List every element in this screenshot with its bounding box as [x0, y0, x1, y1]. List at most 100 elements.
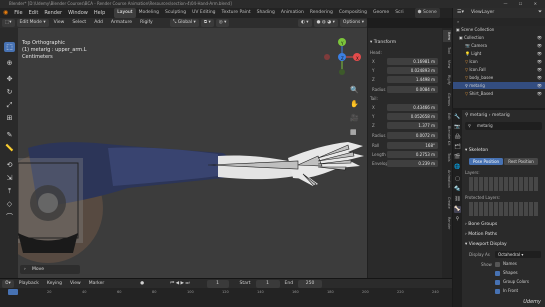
bend-tool-icon[interactable]: ⌒ — [4, 212, 15, 222]
bone-props-icon[interactable]: ⚲ — [454, 216, 461, 223]
scene-selector[interactable]: ⬢ Scene — [414, 8, 440, 18]
menu-armature[interactable]: Armature — [108, 19, 135, 27]
display-as-dropdown[interactable]: Octahedral ▾ — [495, 251, 541, 258]
display-checkbox-row[interactable]: Group Colors — [495, 279, 529, 285]
playback-controls[interactable]: ⏮ ◀ ▶ ⏭ — [167, 280, 192, 288]
timeline-menu-marker[interactable]: Marker — [86, 280, 108, 288]
blender-logo-icon[interactable]: ◉ — [0, 8, 11, 18]
cursor-tool-icon[interactable]: ⊕ — [4, 58, 15, 68]
outliner-row-scene-collection[interactable]: ▣ Scene Collection — [453, 26, 545, 33]
render-props-icon[interactable]: 📷 — [454, 124, 461, 131]
timeline-menu-keying[interactable]: Keying — [44, 280, 65, 288]
checkbox[interactable] — [495, 270, 500, 276]
pivot-dropdown[interactable]: ⤡ Global ▾ — [169, 19, 199, 27]
display-checkbox-row[interactable]: In Front — [495, 288, 518, 294]
rest-position-button[interactable]: Rest Position — [504, 158, 538, 165]
layers-grid[interactable] — [469, 177, 539, 191]
viewlayer-label[interactable]: ViewLayer — [471, 10, 494, 15]
outliner-row[interactable]: ▽ Icon 👁 — [453, 58, 545, 65]
menu-add[interactable]: Add — [91, 19, 106, 27]
display-checkbox-row[interactable]: Shapes — [495, 270, 518, 276]
outliner-row[interactable]: ▽ body_basee 👁 — [453, 74, 545, 81]
checkbox[interactable] — [495, 288, 500, 294]
protected-layers-grid[interactable] — [469, 202, 539, 216]
bone-envelope-tool-icon[interactable]: ◇ — [4, 199, 15, 209]
workspace-tab-scripting[interactable]: Scri — [392, 8, 406, 18]
outliner-row[interactable]: 💡 Light 👁 — [453, 50, 545, 57]
extrude-tool-icon[interactable]: ⤒ — [4, 186, 15, 196]
roll-field[interactable]: 168° — [387, 142, 438, 149]
display-checkbox-row[interactable]: Names — [495, 261, 517, 267]
tail-x-row[interactable]: X 0.43466 m — [372, 104, 438, 111]
envelope-field[interactable]: 0.239 m — [387, 160, 438, 167]
tail-y-field[interactable]: 0.052658 m — [387, 113, 438, 120]
workspace-tab-compositing[interactable]: Compositing — [336, 8, 370, 18]
checkbox[interactable] — [495, 279, 500, 285]
sidebar-tab-tool[interactable]: Tool — [443, 44, 451, 56]
menu-help[interactable]: Help — [91, 8, 108, 18]
view-layer-props-icon[interactable]: 🗂 — [454, 144, 461, 151]
record-button[interactable]: ● — [137, 280, 147, 288]
workspace-tab-texture-paint[interactable]: Texture Paint — [219, 8, 254, 18]
outliner-search-bar[interactable]: ⌕ — [453, 18, 545, 26]
head-radius-row[interactable]: Radius 0.0084 m — [372, 86, 438, 93]
snap-toggle[interactable]: ⧉ ▾ — [200, 19, 214, 27]
tail-z-row[interactable]: Z 1.377 m — [372, 122, 438, 129]
outliner-row[interactable]: ⚲ metarig 👁 — [453, 82, 545, 89]
sidebar-tab-rigify[interactable]: Rigify — [443, 72, 451, 88]
workspace-tab-shading[interactable]: Shading — [254, 8, 278, 18]
outliner-row[interactable]: ▽ Icon.Fall 👁 — [453, 66, 545, 73]
mode-dropdown[interactable]: Edit Mode ▾ — [16, 19, 49, 27]
outliner-row[interactable]: 📷 Camera 👁 — [453, 42, 545, 49]
visibility-eye-icon[interactable]: 👁 — [537, 34, 542, 41]
playhead[interactable] — [8, 289, 18, 295]
menu-rigify[interactable]: Rigify — [137, 19, 156, 27]
scale-tool-icon[interactable]: ⤢ — [4, 100, 15, 110]
tool-props-icon[interactable]: 🔧 — [454, 114, 461, 121]
timeline-menu-view[interactable]: View — [67, 280, 84, 288]
world-props-icon[interactable]: 🌐 — [454, 164, 461, 171]
timeline-ruler[interactable]: 020406080100120140160180200220240 — [0, 288, 452, 307]
overlays-toggle[interactable]: ◐ ▾ — [297, 19, 312, 27]
outliner-display-icon[interactable]: ☰▾ — [457, 9, 464, 15]
tail-y-row[interactable]: Y 0.052658 m — [372, 113, 438, 120]
timeline-menu-playback[interactable]: Playback — [16, 280, 42, 288]
sidebar-tab-edit[interactable]: Edit — [443, 110, 451, 122]
output-props-icon[interactable]: 🖨 — [454, 134, 461, 141]
skeleton-section-header[interactable]: ▾ Skeleton — [465, 148, 488, 153]
menu-edit[interactable]: Edit — [26, 8, 42, 18]
sidebar-tab-item[interactable]: Item — [443, 30, 451, 42]
sidebar-tab-view[interactable]: View — [443, 58, 451, 70]
sidebar-tab-create[interactable]: Create — [443, 194, 451, 212]
current-frame-field[interactable]: 1 — [206, 279, 229, 288]
visibility-eye-icon[interactable]: 👁 — [537, 66, 542, 73]
roll-tool-icon[interactable]: ⟲ — [4, 160, 15, 170]
tail-radius-row[interactable]: Radius 0.0072 m — [372, 132, 438, 139]
outliner-row[interactable]: ▽ Shirt_Based 👁 — [453, 90, 545, 97]
sidebar-tab-gizmos[interactable]: Gizmos — [443, 90, 451, 108]
timeline-editor-icon[interactable]: ⏱▾ — [2, 279, 14, 288]
workspace-tab-modeling[interactable]: Modeling — [136, 8, 162, 18]
rotate-tool-icon[interactable]: ↻ — [4, 87, 15, 97]
head-y-row[interactable]: Y 0.024893 m — [372, 67, 438, 74]
sidebar-tab-blenderkit[interactable]: Blender Kit — [443, 124, 451, 148]
head-y-field[interactable]: 0.024893 m — [387, 67, 438, 74]
menu-view[interactable]: View — [51, 19, 68, 27]
filter-icon[interactable]: ⏷ — [538, 9, 542, 15]
menu-window[interactable]: Window — [65, 8, 91, 18]
sidebar-tab-tools[interactable]: Tools — [443, 150, 451, 164]
constraint-props-icon[interactable]: ⛓ — [454, 196, 461, 203]
scene-props-icon[interactable]: 🎬 — [454, 154, 461, 161]
motion-paths-section-header[interactable]: › Motion Paths — [465, 232, 497, 237]
viewport-3d[interactable]: Top Orthographic (1) metarig : upper_arm… — [18, 28, 367, 278]
end-frame-field[interactable]: 250 — [298, 279, 323, 288]
visibility-eye-icon[interactable]: 👁 — [537, 42, 542, 49]
modifier-props-icon[interactable]: 🔩 — [454, 186, 461, 193]
tail-radius-field[interactable]: 0.0072 m — [387, 132, 438, 139]
tail-x-field[interactable]: 0.43466 m — [387, 104, 438, 111]
armature-data-props-icon[interactable]: 🦴 — [454, 206, 461, 213]
roll-row[interactable]: Roll 168° — [372, 142, 438, 149]
camera-view-icon[interactable]: 🎥 — [350, 114, 359, 122]
checkbox[interactable] — [495, 261, 500, 267]
workspace-tab-animation[interactable]: Animation — [278, 8, 307, 18]
